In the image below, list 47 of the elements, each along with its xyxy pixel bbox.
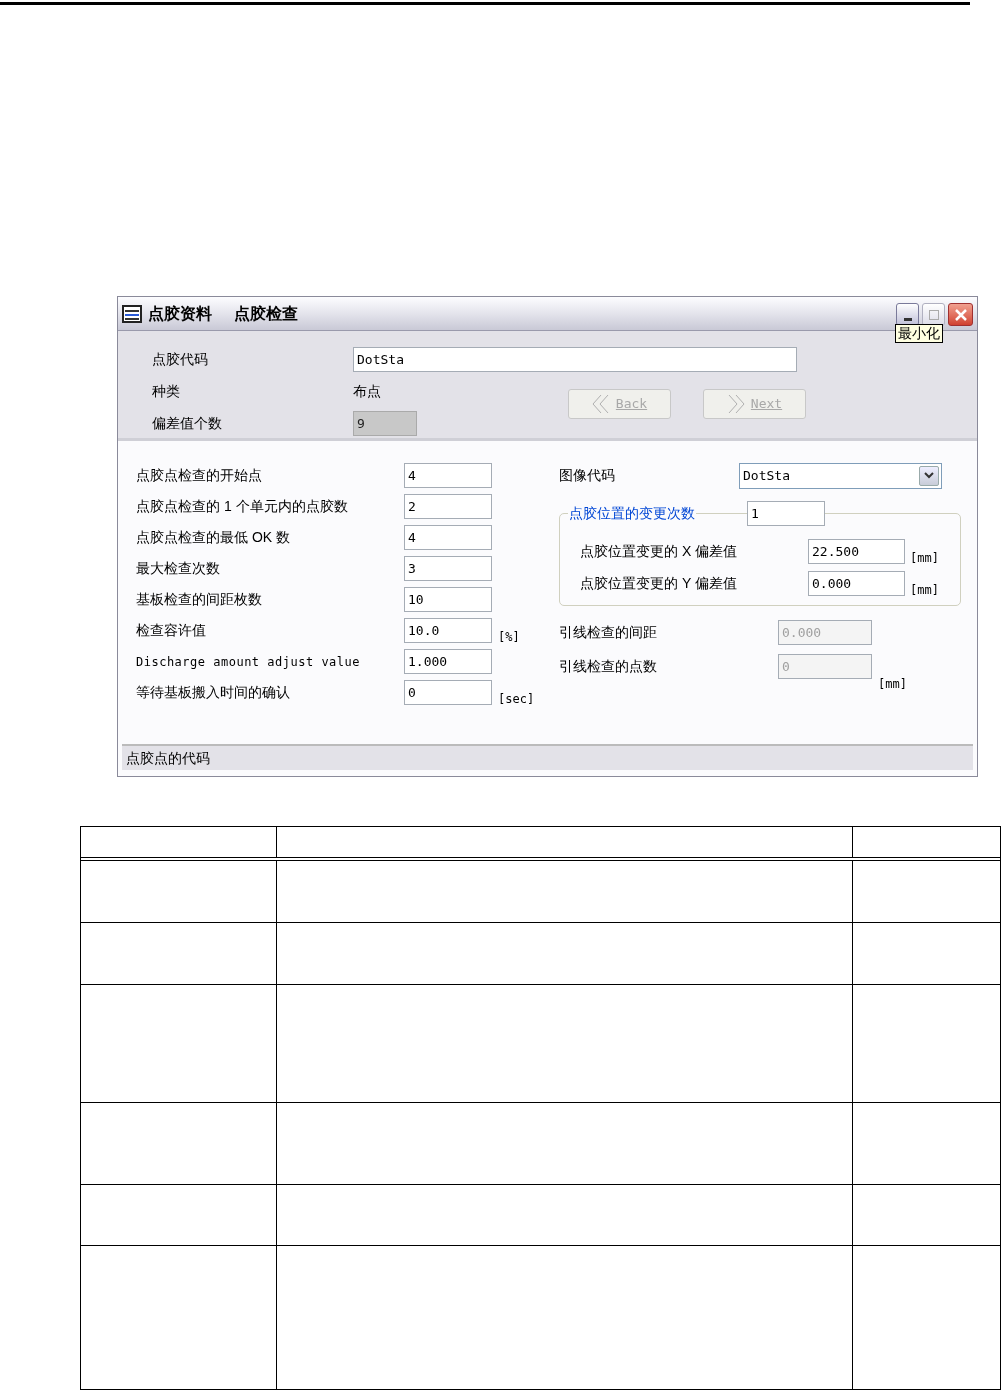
input-field[interactable]: 4 <box>404 525 492 550</box>
field-label: 基板检查的间距枚数 <box>136 590 263 609</box>
input-field[interactable]: DotSta <box>353 346 797 372</box>
close-button[interactable] <box>948 303 973 326</box>
tooltip: 最小化 <box>895 324 943 343</box>
window-title: 点胶检查 <box>234 303 298 324</box>
input-field[interactable]: 0 <box>404 680 492 705</box>
field-label: 引线检查的间距 <box>559 623 658 642</box>
field-label: 种类 <box>152 381 181 401</box>
unit-label: [mm] <box>910 549 939 567</box>
input-field[interactable]: 0.000 <box>808 571 905 596</box>
field-label: 图像代码 <box>559 466 616 485</box>
maximize-button[interactable] <box>922 303 945 326</box>
field-label: 点胶位置变更的 Y 偏差值 <box>580 574 738 593</box>
field-label: 等待基板搬入时间的确认 <box>136 683 291 702</box>
input-field[interactable]: 22.500 <box>808 539 905 564</box>
unit-label: [sec] <box>498 690 535 708</box>
input-field[interactable]: 10 <box>404 587 492 612</box>
field-label: 点胶点检查的开始点 <box>136 466 263 485</box>
window-title: 点胶资料 <box>148 303 212 324</box>
dropdown[interactable]: DotSta <box>739 462 942 489</box>
double-chevron-icon <box>726 394 745 414</box>
unit-label: [mm] <box>878 675 907 693</box>
input-field[interactable]: 4 <box>404 463 492 488</box>
input-field[interactable]: 2 <box>404 494 492 519</box>
minimize-button[interactable] <box>896 303 919 326</box>
field-label: 最大检查次数 <box>136 559 221 578</box>
field-label: 偏差值个数 <box>152 413 223 433</box>
input-field[interactable]: 10.0 <box>404 618 492 643</box>
window-icon <box>122 304 142 323</box>
field-label: 检查容许值 <box>136 621 207 640</box>
field-label: 点胶点检查的 1 个单元内的点胶数 <box>136 497 349 516</box>
field-label: 点胶代码 <box>152 349 209 369</box>
unit-label: [%] <box>498 628 520 646</box>
group-legend: 点胶位置的变更次数 <box>568 503 696 524</box>
input-field[interactable]: 1 <box>747 501 825 526</box>
field-label: 点胶位置变更的 X 偏差值 <box>580 542 739 561</box>
field-label: Discharge amount adjust value <box>136 653 361 671</box>
field-label: 引线检查的点数 <box>559 657 658 676</box>
input-field[interactable]: 3 <box>404 556 492 581</box>
double-chevron-icon <box>591 394 610 414</box>
input-field[interactable]: 1.000 <box>404 649 492 674</box>
field-label: 点胶点检查的最低 OK 数 <box>136 528 291 547</box>
unit-label: [mm] <box>910 581 939 599</box>
status-text: 点胶点的代码 <box>126 748 210 768</box>
close-icon <box>953 307 968 322</box>
field-value: 布点 <box>353 381 381 401</box>
